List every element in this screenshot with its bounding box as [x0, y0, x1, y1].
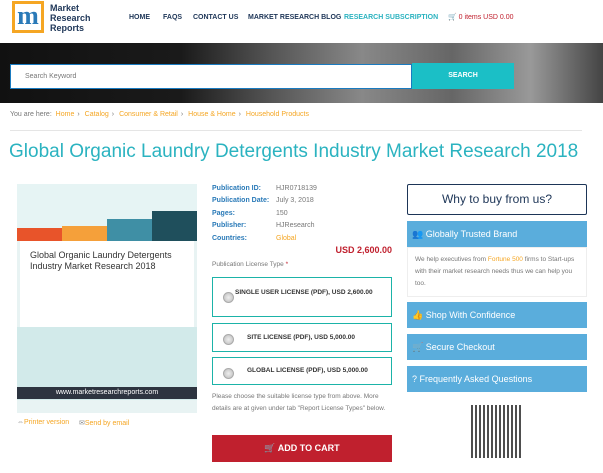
radio-button[interactable]: [223, 334, 234, 345]
faq-header[interactable]: ? Frequently Asked Questions: [407, 366, 587, 392]
cart-link[interactable]: 🛒 0 items USD 0.00: [448, 13, 514, 21]
crumb-household[interactable]: Household Products: [246, 111, 309, 118]
cart-summary: 0 items USD 0.00: [458, 14, 514, 21]
detail-label: Publication ID:: [212, 185, 261, 192]
shop-confidence-header[interactable]: 👍 Shop With Confidence: [407, 302, 587, 328]
nav-faqs[interactable]: FAQS: [163, 14, 182, 21]
license-option-site[interactable]: SITE LICENSE (PDF), USD 5,000.00: [212, 323, 392, 352]
radio-button[interactable]: [223, 292, 234, 303]
globally-trusted-header[interactable]: 👥 Globally Trusted Brand: [407, 221, 587, 247]
page-title: Global Organic Laundry Detergents Indust…: [9, 141, 579, 162]
email-link[interactable]: ✉Send by email: [79, 419, 129, 427]
price: USD 2,600.00: [335, 245, 392, 255]
detail-value: HJR0718139: [276, 185, 317, 192]
trusted-text: We help executives from Fortune 500 firm…: [407, 247, 587, 297]
thumbs-up-icon: 👍: [412, 310, 424, 320]
license-note: Please choose the suitable license type …: [212, 393, 386, 412]
why-buy-heading: Why to buy from us?: [407, 184, 587, 215]
printer-icon: ⇔: [17, 419, 24, 426]
question-icon: ?: [412, 374, 418, 384]
license-option-single[interactable]: SINGLE USER LICENSE (PDF), USD 2,600.00: [212, 277, 392, 317]
nav-contact[interactable]: CONTACT US: [193, 14, 238, 21]
detail-label: Publication Date:: [212, 197, 270, 204]
crumb-consumer[interactable]: Consumer & Retail: [119, 111, 178, 118]
license-label: Publication License Type *: [212, 261, 289, 268]
nav-blog[interactable]: MARKET RESEARCH BLOG: [248, 14, 341, 21]
logo-mark[interactable]: m: [12, 1, 44, 33]
detail-value: 150: [276, 210, 288, 217]
secure-checkout-header[interactable]: 🛒 Secure Checkout: [407, 334, 587, 360]
nav-subscription[interactable]: RESEARCH SUBSCRIPTION: [344, 14, 438, 21]
detail-value: HJResearch: [276, 222, 315, 229]
search-button[interactable]: SEARCH: [412, 63, 514, 89]
report-cover: Global Organic Laundry Detergents Indust…: [17, 184, 197, 413]
publication-details: Publication ID: HJR0718139 Publication Da…: [212, 185, 392, 250]
breadcrumb: You are here: Home › Catalog › Consumer & …: [10, 111, 309, 118]
divider: [10, 130, 582, 131]
crumb-house[interactable]: House & Home: [188, 111, 235, 118]
cart-icon: 🛒: [448, 14, 457, 21]
crumb-home[interactable]: Home: [56, 111, 75, 118]
license-option-global[interactable]: GLOBAL LICENSE (PDF), USD 5,000.00: [212, 357, 392, 385]
search-input[interactable]: Search Keyword: [10, 64, 412, 89]
users-icon: 👥: [412, 229, 424, 239]
add-to-cart-button[interactable]: 🛒 ADD TO CART: [212, 435, 392, 462]
breadcrumb-prefix: You are here:: [10, 111, 52, 118]
detail-label: Pages:: [212, 210, 235, 217]
crumb-catalog[interactable]: Catalog: [85, 111, 109, 118]
detail-label: Countries:: [212, 235, 247, 242]
detail-value[interactable]: Global: [276, 235, 296, 242]
detail-value: July 3, 2018: [276, 197, 314, 204]
qr-code: [471, 405, 523, 458]
cover-url: www.marketresearchreports.com: [17, 387, 197, 399]
nav-home[interactable]: HOME: [129, 14, 150, 21]
cart-icon: 🛒: [264, 443, 278, 453]
cart-icon: 🛒: [412, 342, 424, 352]
printer-link[interactable]: ⇔Printer version: [17, 419, 69, 426]
radio-button[interactable]: [223, 368, 234, 379]
detail-label: Publisher:: [212, 222, 247, 229]
logo-text[interactable]: Market Research Reports: [50, 3, 91, 33]
cover-title: Global Organic Laundry Detergents Indust…: [20, 241, 194, 327]
